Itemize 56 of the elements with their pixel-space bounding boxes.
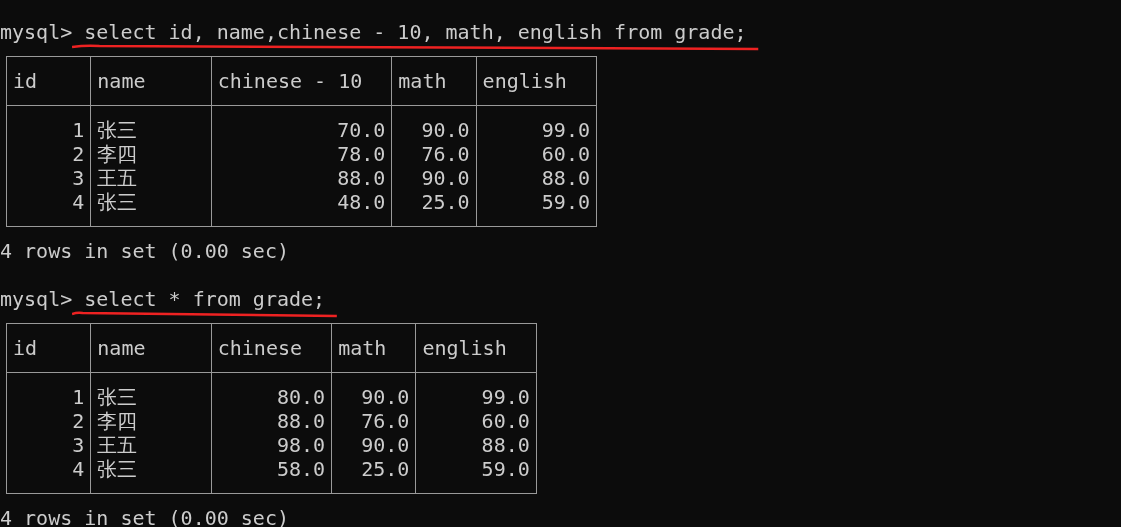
table-cell-text: 59.0 [480,457,530,481]
column-header: id [13,69,39,93]
table-cell-text: 88.0 [275,409,326,433]
column-header: chinese - 10 [217,69,364,93]
table-cell-text: 4 [71,457,85,481]
table-cell-text: 1 [71,118,85,142]
column-header: name [97,69,147,93]
table-cell-text: 王五 [97,433,139,457]
table-cell-text: 60.0 [540,142,590,166]
table-cell-text: 70.0 [336,118,386,142]
table-cell-text: 99.0 [480,385,530,409]
table-cell-text: 88.0 [480,433,530,457]
table-cell-text: 90.0 [360,433,410,457]
table-cell-text: 98.0 [275,433,326,457]
column-header: math [398,69,448,93]
table-cell-text: 78.0 [336,142,386,166]
column-header: name [97,336,147,360]
command-text: select id, name,chinese - 10, math, english from grade; [84,20,747,44]
table-cell-text: 3 [71,433,85,457]
table-cell-text: 4 [71,190,85,214]
table-cell-text: 李四 [97,409,139,433]
table-cell-text: 76.0 [360,409,410,433]
table-cell-text: 60.0 [480,409,530,433]
table-cell-text: 90.0 [420,118,470,142]
table-cell-text: 59.0 [540,190,590,214]
table-cell-text: 3 [71,166,85,190]
table-cell-text: 99.0 [540,118,590,142]
result-summary: 4 rows in set (0.00 sec) [0,506,289,527]
column-header: math [338,336,388,360]
table-cell-text: 25.0 [360,457,410,481]
column-header: english [422,336,508,360]
table-cell-text: 80.0 [275,385,326,409]
column-header: english [482,69,568,93]
table-cell-text: 张三 [97,190,139,214]
command-text: select * from grade; [84,287,326,311]
table-cell-text: 88.0 [540,166,590,190]
table-cell-text: 张三 [97,118,139,142]
table-cell-text: 88.0 [336,166,386,190]
table-cell-text: 76.0 [420,142,470,166]
table-cell-text: 58.0 [275,457,326,481]
column-header: chinese [217,336,303,360]
table-cell-text: 1 [71,385,85,409]
table-cell-text: 90.0 [420,166,470,190]
column-header: id [13,336,39,360]
prompt: mysql> [0,287,73,311]
table-cell-text: 48.0 [336,190,386,214]
result-summary: 4 rows in set (0.00 sec) [0,239,289,263]
table-cell-text: 李四 [97,142,139,166]
table-cell-text: 90.0 [360,385,410,409]
table-cell-text: 王五 [97,166,139,190]
table-cell-text: 2 [71,409,85,433]
table-cell-text: 2 [71,142,85,166]
table-cell-text: 张三 [97,385,139,409]
table-cell-text: 张三 [97,457,139,481]
table-cell-text: 25.0 [420,190,470,214]
prompt: mysql> [0,20,73,44]
